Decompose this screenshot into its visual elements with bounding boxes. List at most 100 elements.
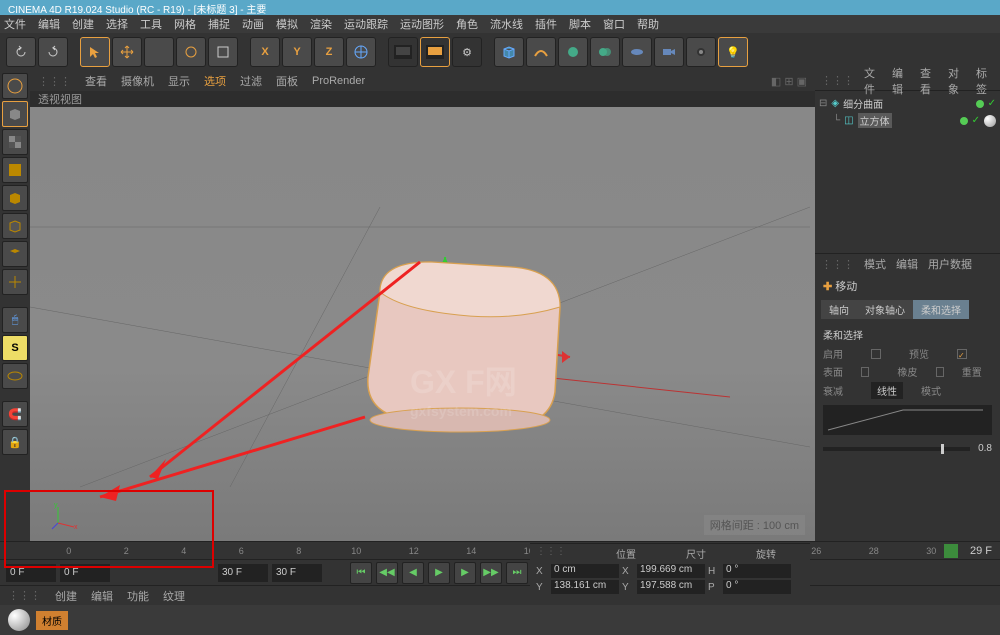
menu-edit[interactable]: 编辑 xyxy=(38,16,60,32)
object-tree[interactable]: ⊟ ◈ 细分曲面 ✓ └ ◫ 立方体 ✓ xyxy=(815,91,1000,133)
poly-mode-icon[interactable] xyxy=(2,241,28,267)
vp-filter[interactable]: 过滤 xyxy=(240,73,262,89)
cube-primitive-button[interactable] xyxy=(494,37,524,67)
axis-mode-icon[interactable] xyxy=(2,269,28,295)
generator-button[interactable] xyxy=(558,37,588,67)
subtab-objaxis[interactable]: 对象轴心 xyxy=(857,300,913,319)
camera-button[interactable] xyxy=(654,37,684,67)
rot-h-field[interactable]: 0 ° xyxy=(723,564,791,578)
select-tool[interactable] xyxy=(80,37,110,67)
snap-icon[interactable]: S xyxy=(2,335,28,361)
vp-options[interactable]: 选项 xyxy=(204,73,226,89)
current-frame-field[interactable]: 0 F xyxy=(60,564,110,582)
subtab-softsel[interactable]: 柔和选择 xyxy=(913,300,969,319)
rotate-tool[interactable] xyxy=(176,37,206,67)
move-tool[interactable] xyxy=(112,37,142,67)
coord-sys-button[interactable] xyxy=(346,37,376,67)
menu-script[interactable]: 脚本 xyxy=(569,16,591,32)
viewport-3d[interactable]: 网格间距 : 100 cm yx GX F网gxfsystem.com xyxy=(30,107,815,541)
menu-help[interactable]: 帮助 xyxy=(637,16,659,32)
menu-plugin[interactable]: 插件 xyxy=(535,16,557,32)
menu-sim[interactable]: 模拟 xyxy=(276,16,298,32)
scale-tool[interactable] xyxy=(144,37,174,67)
environment-button[interactable] xyxy=(622,37,652,67)
attr-edit[interactable]: 编辑 xyxy=(896,256,918,272)
menu-render[interactable]: 渲染 xyxy=(310,16,332,32)
menu-file[interactable]: 文件 xyxy=(4,16,26,32)
axis-z-button[interactable]: Z xyxy=(314,37,344,67)
end-frame-field[interactable]: 30 F xyxy=(272,564,322,582)
prev-frame-button[interactable]: ◀ xyxy=(402,562,424,584)
goto-end-button[interactable]: ⏭ xyxy=(506,562,528,584)
menu-tools[interactable]: 工具 xyxy=(140,16,162,32)
pos-x-field[interactable]: 0 cm xyxy=(551,564,619,578)
deformer-button[interactable] xyxy=(590,37,620,67)
last-tool[interactable] xyxy=(208,37,238,67)
step-back-button[interactable]: ◀◀ xyxy=(376,562,398,584)
pos-y-field[interactable]: 138.161 cm xyxy=(551,580,619,594)
falloff-graph[interactable] xyxy=(823,405,992,435)
mat-edit[interactable]: 编辑 xyxy=(91,588,113,604)
menu-snap[interactable]: 捕捉 xyxy=(208,16,230,32)
attr-mode[interactable]: 模式 xyxy=(864,256,886,272)
start-frame-field[interactable]: 0 F xyxy=(6,564,56,582)
preview-end-field[interactable]: 30 F xyxy=(218,564,268,582)
redo-button[interactable] xyxy=(38,37,68,67)
menu-window[interactable]: 窗口 xyxy=(603,16,625,32)
mat-func[interactable]: 功能 xyxy=(127,588,149,604)
timeline-ruler[interactable]: 02 46 810 1214 1618 2022 2426 2830 29 F xyxy=(0,541,1000,559)
material-manager[interactable]: 材质 xyxy=(0,605,1000,635)
object-mode-icon[interactable] xyxy=(2,101,28,127)
light-on-button[interactable]: 💡 xyxy=(718,37,748,67)
subtab-axis[interactable]: 轴向 xyxy=(821,300,857,319)
menu-create[interactable]: 创建 xyxy=(72,16,94,32)
vp-panel[interactable]: 面板 xyxy=(276,73,298,89)
preview-checkbox[interactable] xyxy=(957,349,967,359)
mat-texture[interactable]: 纹理 xyxy=(163,588,185,604)
edge-mode-icon[interactable] xyxy=(2,213,28,239)
menu-pipe[interactable]: 流水线 xyxy=(490,16,523,32)
vp-view[interactable]: 查看 xyxy=(85,73,107,89)
model-mode-icon[interactable] xyxy=(2,73,28,99)
menu-mesh[interactable]: 网格 xyxy=(174,16,196,32)
tree-row-subdivision[interactable]: ⊟ ◈ 细分曲面 ✓ xyxy=(819,95,996,112)
timeline-end-marker[interactable] xyxy=(944,544,958,558)
tree-row-cube[interactable]: └ ◫ 立方体 ✓ xyxy=(819,112,996,129)
vp-prorender[interactable]: ProRender xyxy=(312,75,365,87)
visibility-dot-icon[interactable] xyxy=(976,100,984,108)
lock-icon[interactable]: 🔒 xyxy=(2,429,28,455)
menu-char[interactable]: 角色 xyxy=(456,16,478,32)
magnet-icon[interactable]: 🧲 xyxy=(2,401,28,427)
attr-user[interactable]: 用户数据 xyxy=(928,256,972,272)
material-ball-icon[interactable] xyxy=(984,115,996,127)
size-y-field[interactable]: 197.588 cm xyxy=(637,580,705,594)
surface-checkbox[interactable] xyxy=(861,367,869,377)
spline-button[interactable] xyxy=(526,37,556,67)
uv-mode-icon[interactable] xyxy=(2,157,28,183)
axis-y-button[interactable]: Y xyxy=(282,37,312,67)
render-button[interactable] xyxy=(388,37,418,67)
material-name-label[interactable]: 材质 xyxy=(36,611,68,630)
axis-x-button[interactable]: X xyxy=(250,37,280,67)
next-frame-button[interactable]: ▶ xyxy=(454,562,476,584)
texture-mode-icon[interactable] xyxy=(2,129,28,155)
menu-mograph[interactable]: 运动图形 xyxy=(400,16,444,32)
menu-select[interactable]: 选择 xyxy=(106,16,128,32)
size-x-field[interactable]: 199.669 cm xyxy=(637,564,705,578)
menu-anim[interactable]: 动画 xyxy=(242,16,264,32)
falloff-select[interactable]: 线性 xyxy=(871,382,903,399)
material-preview-icon[interactable] xyxy=(8,609,30,631)
menu-motrack[interactable]: 运动跟踪 xyxy=(344,16,388,32)
point-mode-icon[interactable] xyxy=(2,185,28,211)
play-button[interactable]: ▶ xyxy=(428,562,450,584)
render-settings-button[interactable]: ⚙ xyxy=(452,37,482,67)
mouse-icon[interactable]: 🖱 xyxy=(2,307,28,333)
step-fwd-button[interactable]: ▶▶ xyxy=(480,562,502,584)
undo-button[interactable] xyxy=(6,37,36,67)
mat-create[interactable]: 创建 xyxy=(55,588,77,604)
vp-camera[interactable]: 摄像机 xyxy=(121,73,154,89)
render-region-button[interactable] xyxy=(420,37,450,67)
vp-display[interactable]: 显示 xyxy=(168,73,190,89)
goto-start-button[interactable]: ⏮ xyxy=(350,562,372,584)
enable-checkbox[interactable] xyxy=(871,349,881,359)
